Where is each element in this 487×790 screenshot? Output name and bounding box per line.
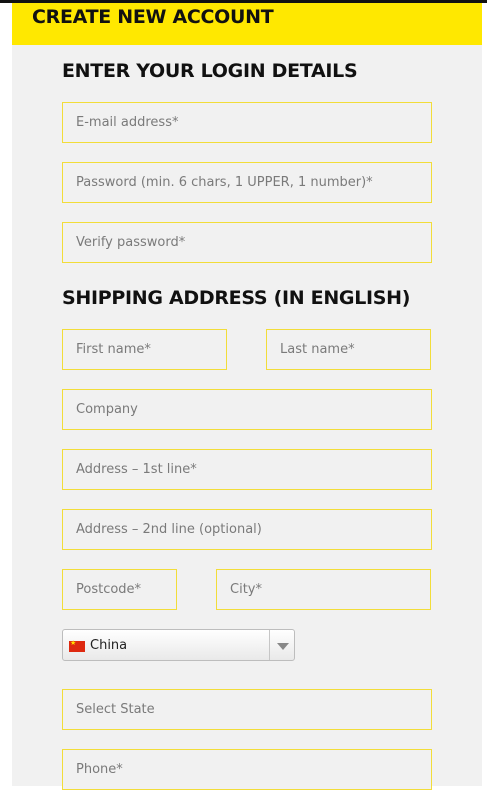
phone-field-wrapper [62, 749, 432, 790]
password-field-wrapper [62, 162, 432, 203]
shipping-section-title: SHIPPING ADDRESS (IN ENGLISH) [62, 287, 411, 309]
email-field-wrapper [62, 102, 432, 143]
country-select-value: China [90, 638, 128, 653]
address-line1-field-wrapper [62, 449, 432, 490]
password-field[interactable] [63, 163, 431, 202]
state-field-wrapper [62, 689, 432, 730]
city-field[interactable] [217, 570, 430, 609]
phone-field[interactable] [63, 750, 431, 789]
first-name-field[interactable] [63, 330, 226, 369]
address-line1-field[interactable] [63, 450, 431, 489]
chevron-down-icon[interactable] [277, 643, 289, 650]
first-name-field-wrapper [62, 329, 227, 370]
page-header: CREATE NEW ACCOUNT [12, 3, 482, 45]
last-name-field[interactable] [267, 330, 430, 369]
page-title: CREATE NEW ACCOUNT [32, 6, 274, 28]
verify-password-field-wrapper [62, 222, 432, 263]
verify-password-field[interactable] [63, 223, 431, 262]
company-field-wrapper [62, 389, 432, 430]
address-line2-field-wrapper [62, 509, 432, 550]
country-select[interactable]: China [62, 629, 295, 661]
email-field[interactable] [63, 103, 431, 142]
address-line2-field[interactable] [63, 510, 431, 549]
last-name-field-wrapper [266, 329, 431, 370]
city-field-wrapper [216, 569, 431, 610]
login-section-title: ENTER YOUR LOGIN DETAILS [62, 60, 358, 82]
company-field[interactable] [63, 390, 431, 429]
china-flag-icon [69, 639, 85, 652]
postcode-field[interactable] [63, 570, 176, 609]
postcode-field-wrapper [62, 569, 177, 610]
state-field[interactable] [63, 690, 431, 729]
select-divider [269, 630, 270, 660]
